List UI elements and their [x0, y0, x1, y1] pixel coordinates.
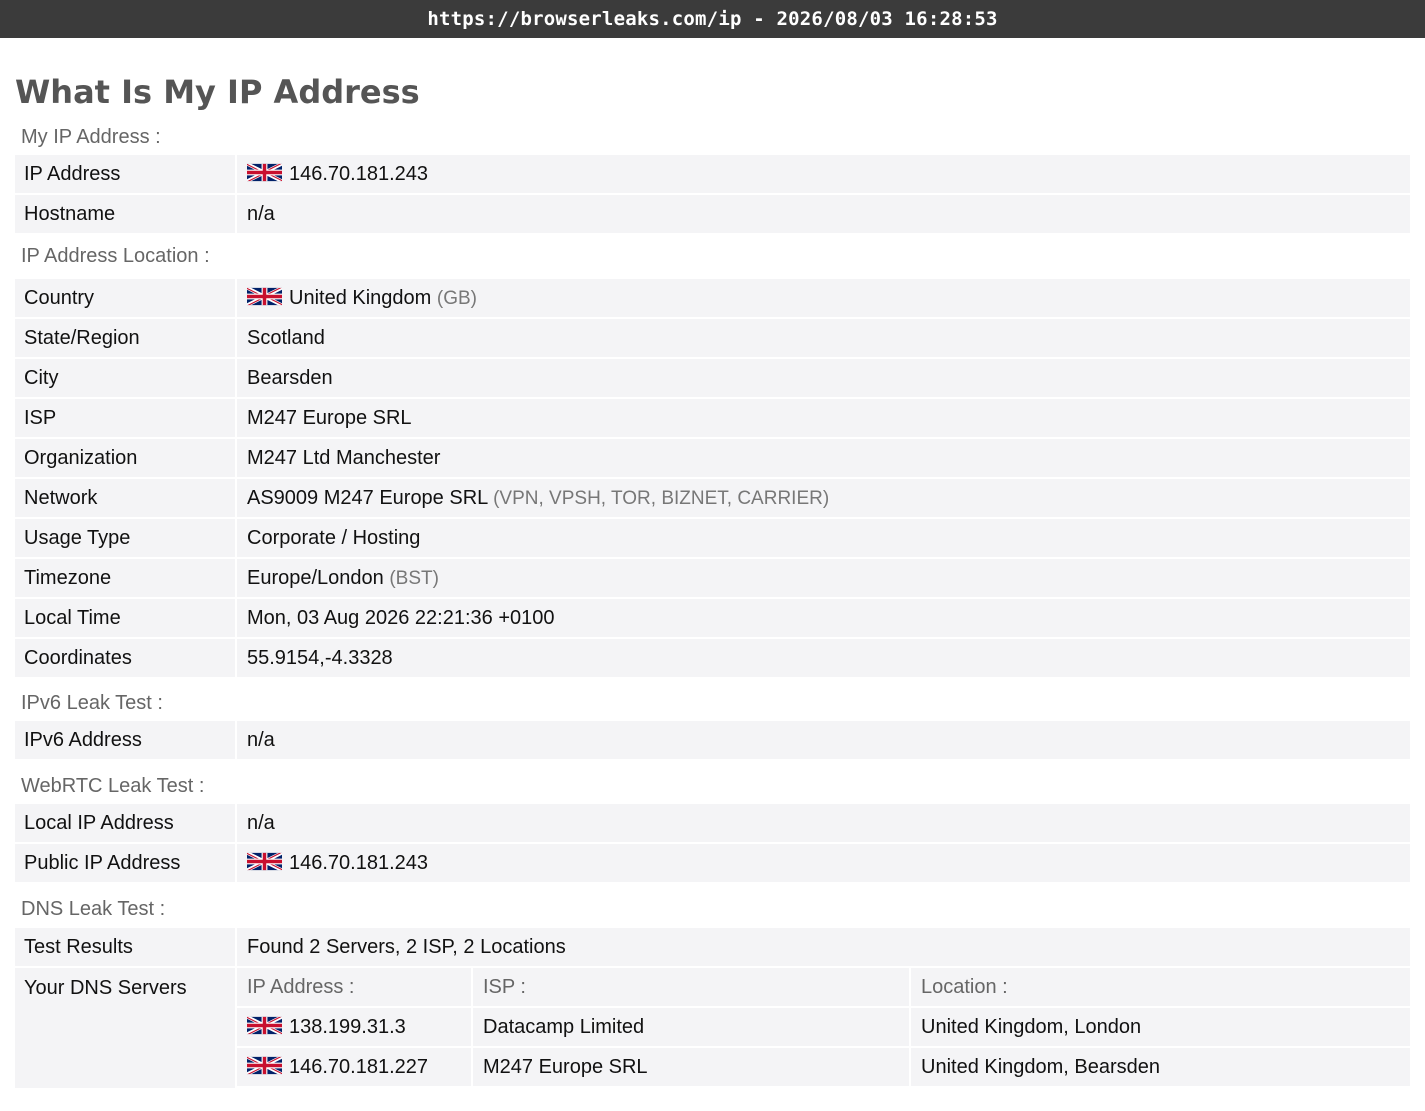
- key-city: City: [15, 359, 237, 399]
- row-coordinates: Coordinates 55.9154,-4.3328: [15, 639, 1410, 679]
- row-local-time: Local Time Mon, 03 Aug 2026 22:21:36 +01…: [15, 599, 1410, 639]
- dns-isp: M247 Europe SRL: [473, 1048, 911, 1088]
- dns-col-ip: IP Address :: [237, 968, 473, 1008]
- main-content: What Is My IP Address My IP Address : IP…: [0, 38, 1425, 1090]
- value-state: Scotland: [237, 319, 1410, 359]
- row-dns-servers: Your DNS Servers IP Address : ISP : Loca…: [15, 968, 1410, 1090]
- dns-server-row: 138.199.31.3 Datacamp Limited United Kin…: [237, 1008, 1410, 1048]
- value-local-time: Mon, 03 Aug 2026 22:21:36 +0100: [237, 599, 1410, 639]
- row-network: Network AS9009 M247 Europe SRL (VPN, VPS…: [15, 479, 1410, 519]
- dns-servers-cell: IP Address : ISP : Location : 138.199.31…: [237, 968, 1410, 1090]
- value-network-cell: AS9009 M247 Europe SRL (VPN, VPSH, TOR, …: [237, 479, 1410, 519]
- dns-ip-cell: 138.199.31.3: [237, 1008, 473, 1048]
- value-timezone-cell: Europe/London (BST): [237, 559, 1410, 599]
- page-title: What Is My IP Address: [15, 73, 420, 111]
- dns-location: United Kingdom, London: [911, 1008, 1410, 1048]
- section-label-webrtc: WebRTC Leak Test :: [21, 775, 205, 797]
- row-organization: Organization M247 Ltd Manchester: [15, 439, 1410, 479]
- value-usage-type: Corporate / Hosting: [237, 519, 1410, 559]
- webrtc-table: Local IP Address n/a Public IP Address 1…: [15, 804, 1410, 884]
- value-timezone-abbr: (BST): [389, 567, 439, 589]
- dns-server-row: 146.70.181.227 M247 Europe SRL United Ki…: [237, 1048, 1410, 1088]
- uk-flag-icon: [247, 1013, 282, 1038]
- dns-ip-cell: 146.70.181.227: [237, 1048, 473, 1088]
- value-test-results: Found 2 Servers, 2 ISP, 2 Locations: [237, 928, 1410, 968]
- row-timezone: Timezone Europe/London (BST): [15, 559, 1410, 599]
- row-local-ip: Local IP Address n/a: [15, 804, 1410, 844]
- section-label-my-ip: My IP Address :: [21, 126, 161, 148]
- key-state: State/Region: [15, 319, 237, 359]
- address-bar: https://browserleaks.com/ip - 2026/08/03…: [0, 0, 1425, 38]
- value-local-ip: n/a: [237, 804, 1410, 844]
- row-ipv6-address: IPv6 Address n/a: [15, 721, 1410, 761]
- dns-location: United Kingdom, Bearsden: [911, 1048, 1410, 1088]
- key-coordinates: Coordinates: [15, 639, 237, 679]
- dns-col-location: Location :: [911, 968, 1410, 1008]
- value-hostname: n/a: [237, 195, 1410, 235]
- section-label-location: IP Address Location :: [21, 245, 210, 267]
- value-country-cell: United Kingdom (GB): [237, 279, 1410, 319]
- value-isp: M247 Europe SRL: [237, 399, 1410, 439]
- dns-isp: Datacamp Limited: [473, 1008, 911, 1048]
- dns-ip[interactable]: 138.199.31.3: [289, 1015, 406, 1037]
- value-coordinates: 55.9154,-4.3328: [237, 639, 1410, 679]
- key-hostname: Hostname: [15, 195, 237, 235]
- dns-servers-table: IP Address : ISP : Location : 138.199.31…: [237, 968, 1410, 1088]
- value-ipv6-address: n/a: [237, 721, 1410, 761]
- url-text: https://browserleaks.com/ip - 2026/08/03…: [427, 8, 998, 30]
- value-country-code: (GB): [436, 287, 477, 309]
- dns-header-row: IP Address : ISP : Location :: [237, 968, 1410, 1008]
- location-table: Country United Kingdom (GB) State/Region…: [15, 279, 1410, 679]
- dns-table: Test Results Found 2 Servers, 2 ISP, 2 L…: [15, 928, 1410, 1090]
- my-ip-table: IP Address 146.70.181.243 Hostname n/a: [15, 155, 1410, 235]
- key-test-results: Test Results: [15, 928, 237, 968]
- value-network: AS9009 M247 Europe SRL: [247, 486, 488, 509]
- dns-ip[interactable]: 146.70.181.227: [289, 1055, 428, 1077]
- row-isp: ISP M247 Europe SRL: [15, 399, 1410, 439]
- uk-flag-icon: [247, 284, 282, 309]
- value-timezone: Europe/London: [247, 566, 384, 589]
- key-ipv6-address: IPv6 Address: [15, 721, 237, 761]
- value-organization: M247 Ltd Manchester: [237, 439, 1410, 479]
- key-public-ip: Public IP Address: [15, 844, 237, 884]
- value-public-ip[interactable]: 146.70.181.243: [289, 851, 428, 873]
- value-public-ip-cell: 146.70.181.243: [237, 844, 1410, 884]
- row-usage-type: Usage Type Corporate / Hosting: [15, 519, 1410, 559]
- key-organization: Organization: [15, 439, 237, 479]
- row-state: State/Region Scotland: [15, 319, 1410, 359]
- key-country: Country: [15, 279, 237, 319]
- dns-col-isp: ISP :: [473, 968, 911, 1008]
- row-hostname: Hostname n/a: [15, 195, 1410, 235]
- uk-flag-icon: [247, 849, 282, 874]
- key-dns-servers: Your DNS Servers: [15, 968, 237, 1090]
- key-isp: ISP: [15, 399, 237, 439]
- value-ip-address-cell: 146.70.181.243: [237, 155, 1410, 195]
- key-network: Network: [15, 479, 237, 519]
- value-city: Bearsden: [237, 359, 1410, 399]
- row-test-results: Test Results Found 2 Servers, 2 ISP, 2 L…: [15, 928, 1410, 968]
- key-ip-address: IP Address: [15, 155, 237, 195]
- row-city: City Bearsden: [15, 359, 1410, 399]
- key-timezone: Timezone: [15, 559, 237, 599]
- value-network-tags: (VPN, VPSH, TOR, BIZNET, CARRIER): [493, 487, 830, 509]
- key-local-ip: Local IP Address: [15, 804, 237, 844]
- uk-flag-icon: [247, 160, 282, 185]
- row-ip-address: IP Address 146.70.181.243: [15, 155, 1410, 195]
- row-country: Country United Kingdom (GB): [15, 279, 1410, 319]
- value-country: United Kingdom: [289, 286, 432, 309]
- uk-flag-icon: [247, 1053, 282, 1078]
- key-usage-type: Usage Type: [15, 519, 237, 559]
- section-label-ipv6: IPv6 Leak Test :: [21, 692, 163, 714]
- ipv6-table: IPv6 Address n/a: [15, 721, 1410, 761]
- section-label-dns: DNS Leak Test :: [21, 898, 166, 920]
- key-local-time: Local Time: [15, 599, 237, 639]
- row-public-ip: Public IP Address 146.70.181.243: [15, 844, 1410, 884]
- value-ip-address[interactable]: 146.70.181.243: [289, 162, 428, 184]
